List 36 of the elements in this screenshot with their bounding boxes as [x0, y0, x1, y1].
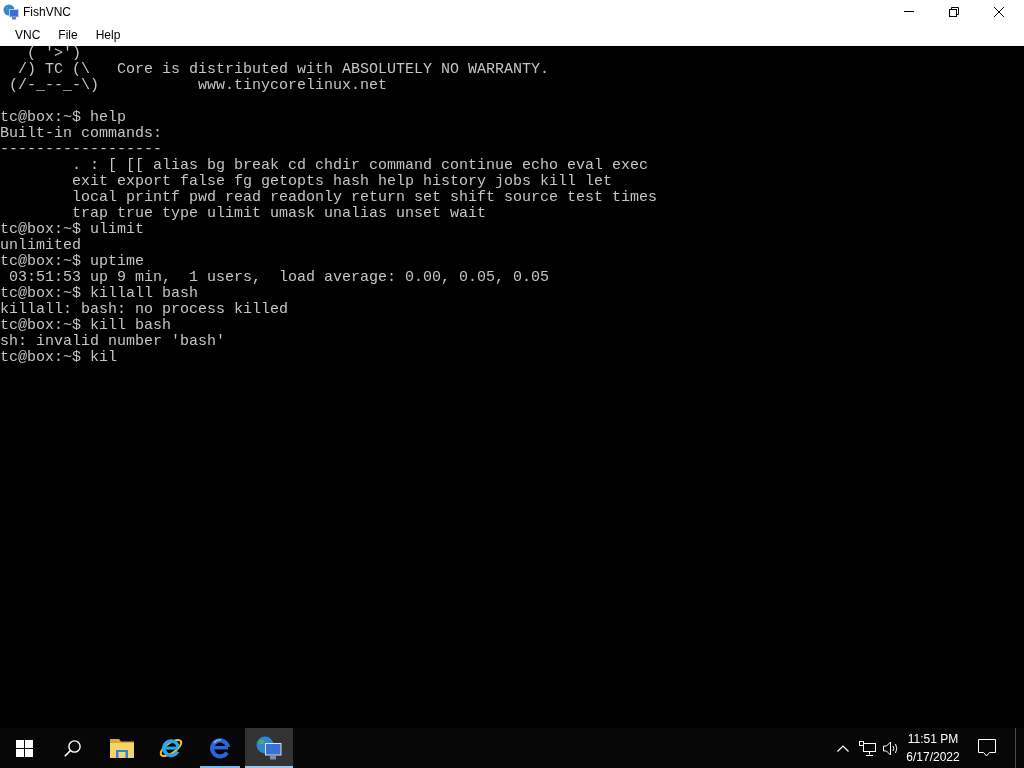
terminal-line: tc@box:~$ kill bash — [0, 318, 172, 334]
terminal-line: /) TC (\ Core is distributed with ABSOLUTELY NO WARRANTY. — [17, 62, 550, 78]
terminal-line: killall: bash: no process killed — [0, 302, 289, 318]
terminal-line: exit export false fg getopts hash help history jobs kill let — [71, 174, 613, 190]
letter-e-icon — [209, 737, 231, 759]
search-icon — [63, 739, 81, 757]
terminal-line: trap true type ulimit umask unalias unset wait — [71, 206, 487, 222]
terminal-line: tc@box:~$ ulimit — [0, 222, 145, 238]
monitor-icon — [858, 740, 876, 756]
terminal-line: ------------------ — [0, 142, 163, 158]
terminal-line: ( '>') — [26, 46, 81, 62]
terminal-line: (/-_--_-\) www.tinycorelinux.net — [8, 78, 388, 94]
restore-icon — [948, 6, 959, 17]
terminal-line: Built-in commands: — [0, 126, 163, 142]
globe-monitor-icon — [3, 3, 19, 20]
folder-icon — [110, 738, 134, 758]
terminal-line: 03:51:53 up 9 min, 1 users, load average: 0.00, 0.05, 0.05 — [8, 270, 550, 286]
window-title: FishVNC — [23, 4, 72, 19]
clock-time[interactable]: 11:51 PM — [907, 730, 959, 748]
terminal-line: tc@box:~$ uptime — [0, 254, 145, 270]
terminal-line: unlimited — [0, 238, 81, 254]
terminal-line: local printf pwd read readonly return set shift source test times — [71, 190, 658, 206]
terminal-line: . : [ [[ alias bg break cd chdir command continue echo eval exec — [71, 158, 649, 174]
close-icon — [993, 6, 1004, 17]
terminal-line: tc@box:~$ kil — [0, 350, 118, 366]
message-bubble-icon — [978, 739, 996, 757]
globe-monitor-icon — [256, 736, 282, 760]
terminal-line: tc@box:~$ killall bash — [0, 286, 199, 302]
minimize-icon — [903, 11, 914, 12]
speaker-icon — [882, 740, 900, 756]
clock-date[interactable]: 6/17/2022 — [906, 748, 960, 766]
terminal-line: tc@box:~$ help — [0, 110, 127, 126]
taskbar-app-button[interactable] — [245, 728, 293, 768]
window-panes-icon — [15, 739, 33, 757]
chevron-up-icon — [837, 744, 849, 752]
terminal-line: sh: invalid number 'bash' — [0, 334, 226, 350]
